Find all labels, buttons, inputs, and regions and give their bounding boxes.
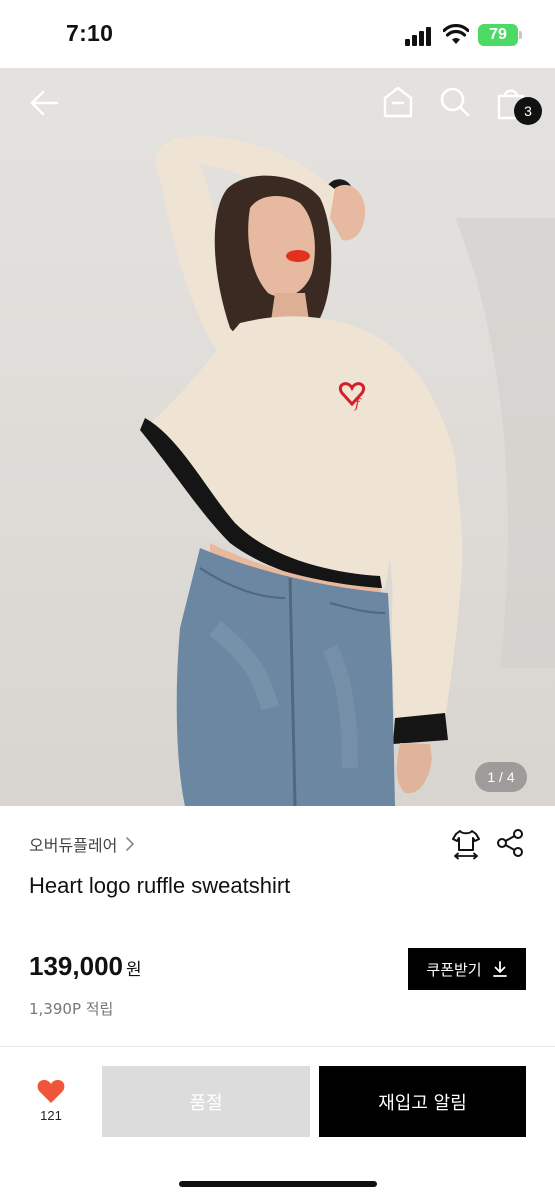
- search-icon[interactable]: [439, 86, 471, 118]
- battery-nub: [519, 31, 522, 39]
- brand-link[interactable]: 오버듀플레어: [29, 832, 136, 856]
- like-count: 121: [40, 1108, 62, 1123]
- reward-points: 1,390P 적립: [29, 1000, 114, 1018]
- coupon-button-label: 쿠폰받기: [426, 960, 482, 979]
- get-coupon-button[interactable]: 쿠폰받기: [408, 948, 526, 990]
- cart-count-badge: 3: [514, 97, 542, 125]
- home-indicator: [179, 1181, 377, 1187]
- product-photo: f: [140, 136, 555, 806]
- home-icon[interactable]: [382, 85, 414, 119]
- divider: [0, 1046, 555, 1047]
- back-arrow-icon[interactable]: [28, 88, 60, 118]
- product-title: Heart logo ruffle sweatshirt: [29, 873, 291, 898]
- status-bar: 7:10 79: [0, 0, 555, 68]
- share-icon[interactable]: [496, 828, 524, 858]
- product-price: 139,000: [29, 951, 123, 981]
- download-icon: [492, 961, 507, 977]
- price-row: 139,000 원: [29, 951, 142, 982]
- sold-out-button[interactable]: 품절: [102, 1066, 310, 1137]
- restock-alert-button[interactable]: 재입고 알림: [319, 1066, 526, 1137]
- status-time: 7:10: [66, 20, 114, 46]
- battery-level: 79: [489, 26, 507, 43]
- product-actions: [452, 828, 524, 860]
- heart-icon: [37, 1079, 65, 1103]
- chevron-right-icon: [126, 837, 135, 851]
- size-guide-icon[interactable]: [452, 828, 480, 860]
- price-currency: 원: [125, 960, 142, 980]
- signal-icon: [405, 26, 435, 46]
- like-button[interactable]: 121: [22, 1078, 80, 1123]
- product-image[interactable]: f 1 / 4: [0, 68, 555, 806]
- battery-icon: 79: [478, 24, 518, 46]
- gallery-page-indicator: 1 / 4: [475, 762, 527, 792]
- wifi-icon: [443, 24, 469, 44]
- brand-name: 오버듀플레어: [29, 836, 118, 855]
